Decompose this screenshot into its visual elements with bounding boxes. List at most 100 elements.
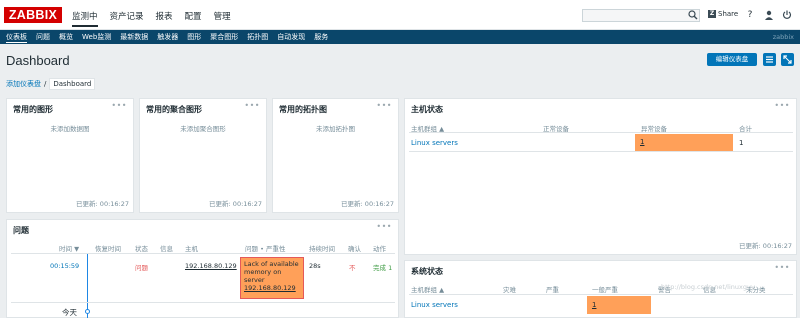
row-divider	[11, 302, 395, 303]
today-label: 今天	[62, 308, 77, 317]
problem-line: Lack of available	[244, 260, 299, 268]
top-bar: ZABBIX 监测中 资产记录 报表 配置 管理 Z Share ?	[0, 0, 800, 30]
column-status: 状态	[135, 245, 148, 253]
column-high: 严重	[546, 286, 559, 294]
host-status-widget: 主机状态 ••• 主机群组 ▲ 正常设备 异常设备 合计 Linux serve…	[404, 98, 797, 255]
menu-administration[interactable]: 管理	[214, 10, 231, 27]
menu-configuration[interactable]: 配置	[185, 10, 202, 27]
tab-maps[interactable]: 拓扑图	[247, 32, 268, 43]
updated-time: 已更新: 00:16:27	[209, 200, 262, 208]
tab-latest-data[interactable]: 最新数据	[120, 32, 148, 43]
widget-menu-icon[interactable]: •••	[244, 101, 260, 110]
page-title: Dashboard	[6, 53, 70, 68]
total-count: 1	[739, 139, 744, 147]
breadcrumb-parent[interactable]: 添加仪表盘	[6, 79, 41, 89]
column-problem-severity: 问题 • 严重性	[245, 245, 286, 253]
empty-message: 未添加拓扑图	[316, 125, 355, 133]
column-ack: 确认	[348, 245, 361, 253]
widget-menu-icon[interactable]: •••	[774, 101, 790, 110]
problem-ack[interactable]: 不	[349, 262, 356, 272]
widget-title: 常用的拓扑图	[279, 105, 327, 114]
widget-title: 问题	[13, 226, 29, 235]
sub-navigation-bar: 仪表板 问题 概览 Web监测 最新数据 触发器 图形 聚合图形 拓扑图 自动发…	[0, 30, 800, 44]
average-count-cell[interactable]: 1	[587, 296, 651, 314]
menu-monitoring[interactable]: 监测中	[72, 10, 98, 27]
list-icon	[766, 56, 773, 63]
menu-reports[interactable]: 报表	[156, 10, 173, 27]
problem-host[interactable]: 192.168.80.129	[185, 262, 237, 270]
host-group-link[interactable]: Linux servers	[411, 139, 458, 147]
column-average: 一般严重	[592, 286, 618, 294]
search-input[interactable]	[582, 9, 700, 22]
widget-title: 主机状态	[411, 105, 443, 114]
breadcrumb: 添加仪表盘 / Dashboard	[6, 78, 96, 90]
share-label: Share	[718, 10, 739, 18]
problem-action[interactable]: 完成 1	[373, 262, 392, 272]
header-divider	[11, 253, 395, 254]
problem-line: server	[244, 276, 265, 284]
logout-icon[interactable]	[782, 9, 792, 21]
server-name: zabbix	[772, 33, 794, 41]
updated-time: 已更新: 00:16:27	[739, 242, 792, 250]
tab-dashboard[interactable]: 仪表板	[6, 32, 27, 43]
widget-menu-icon[interactable]: •••	[111, 101, 127, 110]
problem-time[interactable]: 00:15:59	[50, 262, 79, 270]
problem-count-cell[interactable]: 1	[635, 134, 733, 151]
problem-line: 192.168.80.129	[244, 284, 296, 292]
tab-services[interactable]: 服务	[314, 32, 328, 43]
widget-title: 系统状态	[411, 267, 443, 276]
empty-message: 未添加数据图	[50, 125, 90, 133]
tab-overview[interactable]: 概览	[59, 32, 73, 43]
search-icon[interactable]	[688, 9, 698, 21]
zabbix-logo[interactable]: ZABBIX	[4, 7, 62, 23]
tab-problems[interactable]: 问题	[36, 32, 50, 43]
favourite-graphs-widget: 常用的图形 ••• 未添加数据图 已更新: 00:16:27	[6, 98, 134, 213]
tab-discovery[interactable]: 自动发现	[277, 32, 305, 43]
help-icon[interactable]: ?	[745, 9, 755, 21]
widget-title: 常用的聚合图形	[146, 105, 202, 114]
menu-inventory[interactable]: 资产记录	[110, 10, 144, 27]
widget-menu-icon[interactable]: •••	[376, 222, 392, 231]
problem-duration: 28s	[309, 262, 321, 270]
fullscreen-icon	[783, 55, 792, 64]
tab-triggers[interactable]: 触发器	[157, 32, 178, 43]
widget-menu-icon[interactable]: •••	[376, 101, 392, 110]
column-disaster: 灾难	[503, 286, 516, 294]
column-info: 信息	[160, 245, 173, 253]
tab-screens[interactable]: 聚合图形	[210, 32, 238, 43]
favourite-maps-widget: 常用的拓扑图 ••• 未添加拓扑图 已更新: 00:16:27	[272, 98, 399, 213]
tab-graphs[interactable]: 图形	[187, 32, 201, 43]
column-actions: 动作	[373, 245, 386, 253]
host-group-link[interactable]: Linux servers	[411, 301, 458, 309]
system-status-widget: 系统状态 ••• 主机群组 ▲ 灾难 严重 一般严重 警告 信息 未分类 Lin…	[404, 260, 797, 318]
fullscreen-button[interactable]	[781, 53, 794, 66]
column-recovery-time: 恢复时间	[95, 245, 121, 253]
average-count[interactable]: 1	[592, 301, 596, 309]
dashboard-list-button[interactable]	[763, 53, 776, 66]
breadcrumb-separator: /	[44, 80, 47, 88]
problem-description[interactable]: Lack of available memory on server 192.1…	[240, 257, 304, 299]
tab-web[interactable]: Web监测	[82, 32, 111, 43]
problems-widget: 问题 ••• 时间 ▼ 恢复时间 状态 信息 主机 问题 • 严重性 持续时间 …	[6, 219, 399, 318]
watermark: http://blog.csdn.net/linuxguy	[661, 283, 755, 291]
updated-time: 已更新: 00:16:27	[76, 200, 129, 208]
problem-line: memory on	[244, 268, 282, 276]
updated-time: 已更新: 00:16:27	[341, 200, 394, 208]
breadcrumb-current[interactable]: Dashboard	[49, 78, 96, 90]
column-time[interactable]: 时间 ▼	[59, 243, 79, 253]
sub-menu: 仪表板 问题 概览 Web监测 最新数据 触发器 图形 聚合图形 拓扑图 自动发…	[6, 32, 328, 43]
widget-menu-icon[interactable]: •••	[774, 263, 790, 272]
header-divider	[409, 294, 793, 295]
column-host-group[interactable]: 主机群组 ▲	[411, 284, 444, 294]
timeline-marker	[85, 309, 90, 314]
empty-message: 未添加聚合图形	[180, 125, 226, 133]
row-divider	[409, 151, 793, 152]
user-profile-icon[interactable]	[764, 9, 774, 21]
column-host: 主机	[185, 245, 198, 253]
share-button[interactable]: Z Share	[708, 10, 738, 18]
widget-title: 常用的图形	[13, 105, 53, 114]
main-menu: 监测中 资产记录 报表 配置 管理	[72, 10, 231, 27]
share-z-icon: Z	[708, 10, 716, 18]
problem-count[interactable]: 1	[640, 138, 644, 146]
edit-dashboard-button[interactable]: 编辑仪表盘	[707, 53, 757, 66]
